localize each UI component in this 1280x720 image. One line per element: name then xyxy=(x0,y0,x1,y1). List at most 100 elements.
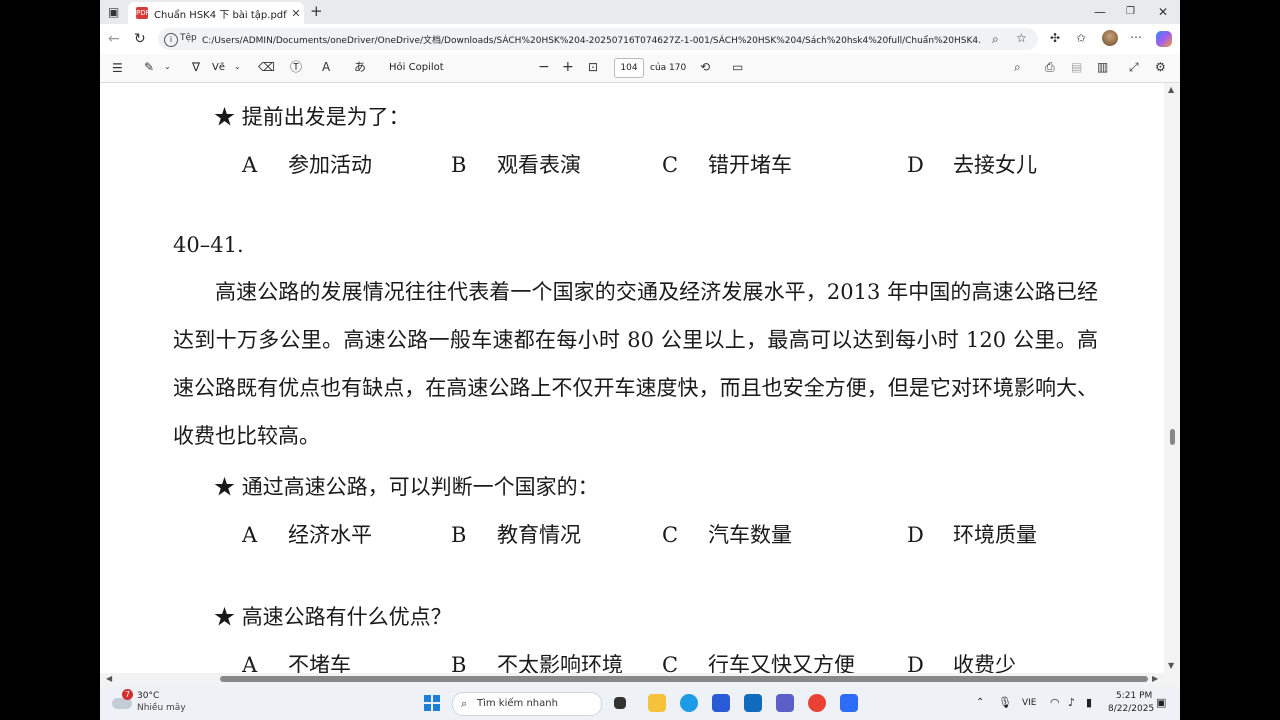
chevron-down-icon[interactable]: ⌄ xyxy=(234,63,241,71)
profile-avatar[interactable] xyxy=(1102,30,1118,46)
pdf-page: ★ 提前出发是为了： A 参加活动 B 观看表演 C 错开堵车 D 去接女儿 40–41… xyxy=(100,83,1164,673)
scroll-right-icon[interactable]: ▶ xyxy=(1152,674,1158,683)
zoom-out-icon[interactable]: − xyxy=(538,60,550,74)
chrome-icon[interactable] xyxy=(808,694,826,712)
zoom-icon[interactable]: ⌕ xyxy=(992,33,999,45)
info-icon[interactable]: i xyxy=(164,33,178,47)
vertical-scrollbar[interactable]: ▲ ▼ xyxy=(1164,83,1180,673)
save-icon[interactable]: ▤ xyxy=(1071,61,1082,73)
star-icon: ★ xyxy=(214,105,235,129)
read-aloud-icon[interactable]: A xyxy=(322,61,330,73)
edge-icon[interactable] xyxy=(680,694,698,712)
taskbar: 7 30°C Nhiều mây ⌕ Tìm kiếm nhanh ⌃ 🎙 VI… xyxy=(100,686,1180,720)
weather-desc: Nhiều mây xyxy=(137,703,186,713)
vertical-scroll-thumb[interactable] xyxy=(1170,429,1175,445)
favorites-icon[interactable]: ✩ xyxy=(1076,32,1086,44)
volume-icon[interactable]: ♪ xyxy=(1068,696,1075,709)
microphone-icon[interactable]: 🎙 xyxy=(998,696,1012,709)
chevron-down-icon[interactable]: ⌄ xyxy=(164,63,171,71)
search-icon: ⌕ xyxy=(461,697,468,710)
option-a: A 参加活动 xyxy=(242,153,372,177)
horizontal-scroll-thumb[interactable] xyxy=(220,676,1148,682)
settings-gear-icon[interactable]: ⚙ xyxy=(1155,61,1166,73)
outlook-icon[interactable] xyxy=(744,694,762,712)
option-c: C 错开堵车 xyxy=(662,153,792,177)
option-a: A 经济水平 xyxy=(242,523,372,547)
save-as-icon[interactable]: ▥ xyxy=(1097,61,1108,73)
favorite-star-icon[interactable]: ☆ xyxy=(1016,32,1027,44)
notification-icon[interactable]: ▣ xyxy=(1156,696,1166,709)
browser-window: ▣ PDF Chuẩn HSK4 下 bài tập.pdf ✕ + — ❐ ✕… xyxy=(100,0,1180,720)
question-text: 高速公路有什么优点？ xyxy=(241,605,452,629)
eraser-icon[interactable]: ⌫ xyxy=(258,61,275,73)
weather-badge: 7 xyxy=(122,689,133,700)
back-icon[interactable]: ← xyxy=(108,32,120,46)
tab-bar: ▣ PDF Chuẩn HSK4 下 bài tập.pdf ✕ + — ❐ ✕ xyxy=(100,0,1180,24)
copilot-icon[interactable] xyxy=(1156,31,1172,47)
refresh-icon[interactable]: ↻ xyxy=(134,32,146,46)
question-1: ★ 提前出发是为了： xyxy=(214,101,410,131)
tab-title: Chuẩn HSK4 下 bài tập.pdf xyxy=(154,9,287,21)
battery-icon[interactable]: ▮ xyxy=(1086,696,1092,709)
star-icon: ★ xyxy=(214,475,235,499)
minimize-icon[interactable]: — xyxy=(1094,5,1106,19)
translate-icon[interactable]: あ xyxy=(354,61,366,73)
search-placeholder: Tìm kiếm nhanh xyxy=(477,698,558,709)
text-icon[interactable]: Ⓣ xyxy=(290,61,302,73)
clock-time[interactable]: 5:21 PM xyxy=(1116,691,1152,701)
new-tab-icon[interactable]: + xyxy=(310,4,323,19)
clock-date[interactable]: 8/22/2025 xyxy=(1108,704,1154,714)
draw-icon[interactable]: ∇ xyxy=(192,61,200,73)
chevron-up-icon[interactable]: ⌃ xyxy=(976,697,984,708)
address-bar: ← ↻ i Tệp C:/Users/ADMIN/Documents/oneDr… xyxy=(100,24,1180,54)
question-text: 通过高速公路，可以判断一个国家的： xyxy=(241,475,599,499)
ask-copilot-button[interactable]: Hỏi Copilot xyxy=(389,62,444,73)
start-icon[interactable] xyxy=(424,695,440,711)
option-d: D 去接女儿 xyxy=(907,153,1037,177)
page-view-icon[interactable]: ▭ xyxy=(732,61,743,73)
horizontal-scrollbar[interactable]: ◀ ▶ xyxy=(100,673,1164,685)
taskbar-search[interactable]: ⌕ Tìm kiếm nhanh xyxy=(452,692,602,716)
url-text[interactable]: C:/Users/ADMIN/Documents/oneDriver/OneDr… xyxy=(202,33,982,46)
draw-label[interactable]: Vẽ xyxy=(212,62,225,73)
more-menu-icon[interactable]: ⋯ xyxy=(1130,31,1142,43)
scroll-down-icon[interactable]: ▼ xyxy=(1168,661,1174,670)
question-3: ★ 高速公路有什么优点？ xyxy=(214,601,452,631)
option-b: B 教育情况 xyxy=(451,523,581,547)
fullscreen-icon[interactable]: ⤢ xyxy=(1129,61,1139,73)
option-d: D 收费少 xyxy=(907,653,1016,673)
scroll-up-icon[interactable]: ▲ xyxy=(1168,85,1174,94)
star-icon: ★ xyxy=(214,605,235,629)
store-icon[interactable] xyxy=(712,694,730,712)
highlight-icon[interactable]: ✎ xyxy=(144,61,154,73)
tab-pdf[interactable]: PDF Chuẩn HSK4 下 bài tập.pdf ✕ xyxy=(128,2,304,24)
extensions-icon[interactable]: ✣ xyxy=(1050,32,1060,44)
wifi-icon[interactable]: ◠ xyxy=(1050,696,1060,709)
scroll-left-icon[interactable]: ◀ xyxy=(106,674,112,683)
zoom-app-icon[interactable] xyxy=(840,694,858,712)
option-d: D 环境质量 xyxy=(907,523,1037,547)
sidebar-toggle-icon[interactable]: ▣ xyxy=(108,6,119,18)
teams-icon[interactable] xyxy=(776,694,794,712)
file-explorer-icon[interactable] xyxy=(648,694,666,712)
language-indicator[interactable]: VIE xyxy=(1022,698,1037,708)
url-field[interactable]: i Tệp C:/Users/ADMIN/Documents/oneDriver… xyxy=(158,28,1038,50)
task-view-icon[interactable] xyxy=(614,697,626,709)
search-icon[interactable]: ⌕ xyxy=(1014,61,1021,73)
zoom-in-icon[interactable]: + xyxy=(562,60,574,74)
pdf-file-icon: PDF xyxy=(136,7,150,19)
passage: 高速公路的发展情况往往代表着一个国家的交通及经济发展水平，2013 年中国的高速… xyxy=(173,268,1098,460)
page-number-input[interactable]: 104 xyxy=(614,58,644,78)
pdf-toolbar: ☰ ✎ ⌄ ∇ Vẽ ⌄ ⌫ Ⓣ A あ Hỏi Copilot − + ⊡ 1… xyxy=(100,54,1180,83)
print-icon[interactable]: ⎙ xyxy=(1045,61,1055,73)
close-window-icon[interactable]: ✕ xyxy=(1158,5,1168,19)
restore-icon[interactable]: ❐ xyxy=(1126,6,1135,17)
close-tab-icon[interactable]: ✕ xyxy=(288,7,304,20)
fit-page-icon[interactable]: ⊡ xyxy=(588,61,598,73)
option-b: B 不太影响环境 xyxy=(451,653,623,673)
weather-temp: 30°C xyxy=(137,691,160,701)
contents-icon[interactable]: ☰ xyxy=(112,62,123,74)
option-c: C 汽车数量 xyxy=(662,523,792,547)
rotate-icon[interactable]: ⟲ xyxy=(700,61,710,73)
question-2: ★ 通过高速公路，可以判断一个国家的： xyxy=(214,471,599,501)
